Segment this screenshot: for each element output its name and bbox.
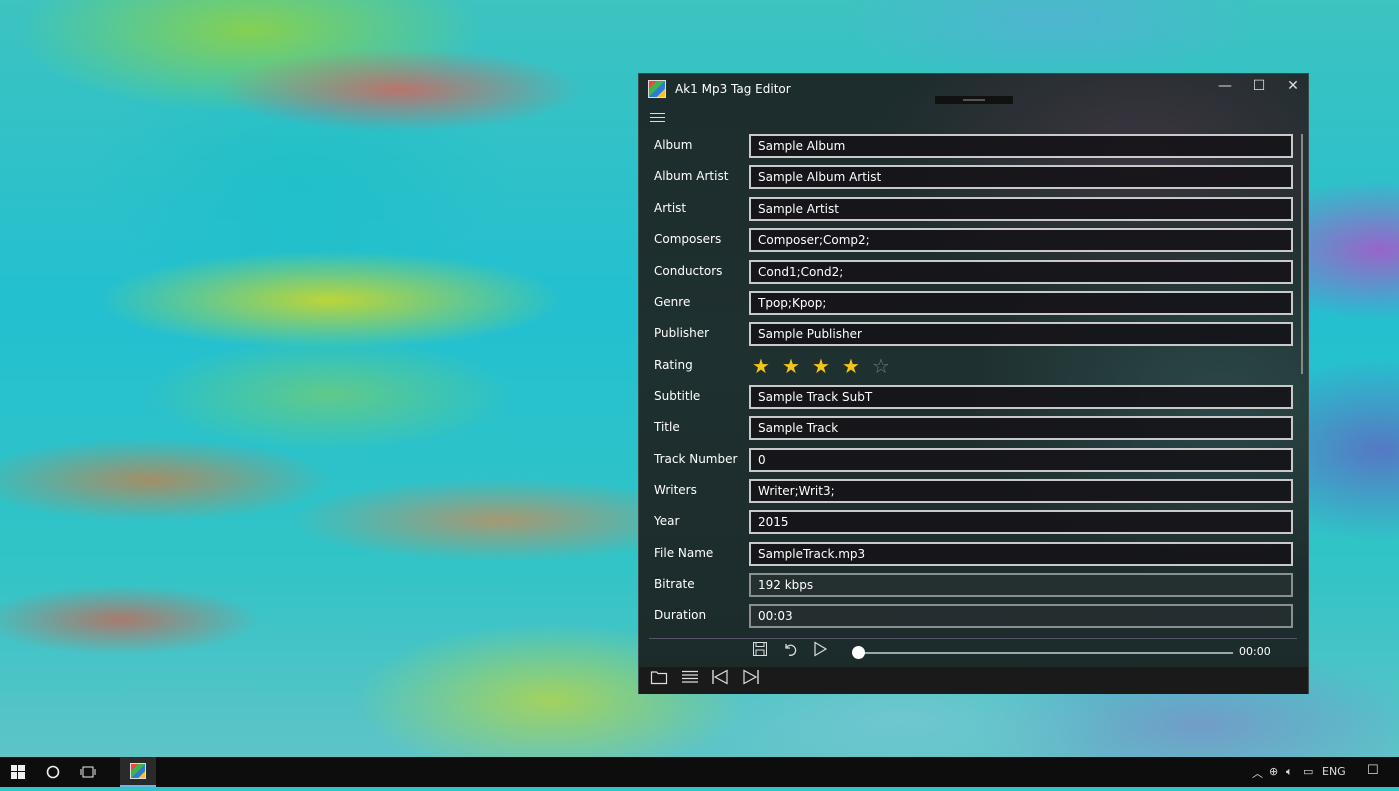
rating-star-filled[interactable]: ★ [782, 354, 812, 378]
language-indicator[interactable]: ENG [1322, 765, 1346, 778]
field-row-year: Year [639, 510, 1299, 535]
artist-label: Artist [654, 201, 687, 215]
field-row-artist: Artist [639, 197, 1299, 222]
rating-star-filled[interactable]: ★ [812, 354, 842, 378]
composers-input[interactable] [749, 228, 1293, 252]
title-label: Title [654, 420, 680, 434]
publisher-label: Publisher [654, 326, 710, 340]
file-name-label: File Name [654, 546, 714, 560]
bitrate-field [749, 573, 1293, 597]
next-track-icon[interactable] [740, 669, 762, 691]
subtitle-label: Subtitle [654, 389, 701, 403]
seek-slider-thumb[interactable] [852, 646, 865, 659]
duration-label: Duration [654, 608, 707, 622]
volume-icon[interactable]: 🔈︎ [1286, 765, 1293, 779]
app-title: Ak1 Mp3 Tag Editor [675, 82, 791, 96]
player-bar: 00:00 [639, 639, 1308, 669]
year-input[interactable] [749, 510, 1293, 534]
title-input[interactable] [749, 416, 1293, 440]
network-icon[interactable]: ⊕ [1269, 765, 1278, 778]
list-icon[interactable] [679, 669, 701, 691]
scrollbar[interactable] [1301, 134, 1303, 374]
field-row-album-artist: Album Artist [639, 165, 1299, 190]
conductors-label: Conductors [654, 264, 723, 278]
battery-icon[interactable]: ▭ [1303, 765, 1313, 778]
search-circle-icon[interactable] [35, 757, 71, 787]
genre-label: Genre [654, 295, 691, 309]
maximize-button[interactable]: ☐ [1242, 74, 1276, 102]
bitrate-label: Bitrate [654, 577, 695, 591]
artist-input[interactable] [749, 197, 1293, 221]
playback-time: 00:00 [1239, 645, 1271, 658]
folder-icon[interactable] [648, 669, 670, 691]
rating-label: Rating [654, 358, 693, 372]
field-row-publisher: Publisher [639, 322, 1299, 347]
action-center-icon[interactable]: ☐ [1367, 763, 1379, 778]
rating-star-filled[interactable]: ★ [842, 354, 872, 378]
field-row-file-name: File Name [639, 542, 1299, 567]
field-row-conductors: Conductors [639, 260, 1299, 285]
bottom-toolbar [639, 667, 1308, 694]
track-number-input[interactable] [749, 448, 1293, 472]
tray-chevron-icon[interactable]: ︿ [1252, 765, 1263, 781]
hamburger-menu-icon[interactable] [650, 110, 665, 124]
field-row-track-number: Track Number [639, 448, 1299, 473]
conductors-input[interactable] [749, 260, 1293, 284]
composers-label: Composers [654, 232, 722, 246]
field-row-bitrate: Bitrate [639, 573, 1299, 598]
start-button[interactable] [0, 757, 36, 787]
album-artist-input[interactable] [749, 165, 1293, 189]
taskbar-app-icon [130, 763, 146, 779]
year-label: Year [654, 514, 680, 528]
taskbar: ︿ ⊕ 🔈︎ ▭ ENG ☐ [0, 757, 1399, 787]
taskbar-app-ak1[interactable] [120, 757, 156, 787]
field-row-album: Album [639, 134, 1299, 159]
rating-stars[interactable]: ★ ★ ★ ★ ☆ [752, 354, 902, 379]
writers-input[interactable] [749, 479, 1293, 503]
app-window: Ak1 Mp3 Tag Editor — ☐ ✕ Album Album Art… [638, 73, 1309, 694]
title-bar[interactable]: Ak1 Mp3 Tag Editor — ☐ ✕ [639, 74, 1308, 104]
undo-icon[interactable] [779, 641, 801, 663]
field-row-composers: Composers [639, 228, 1299, 253]
app-icon [648, 80, 666, 98]
file-name-input[interactable] [749, 542, 1293, 566]
previous-track-icon[interactable] [709, 669, 731, 691]
track-number-label: Track Number [654, 452, 738, 466]
album-artist-label: Album Artist [654, 169, 729, 183]
minimize-button[interactable]: — [1208, 74, 1242, 102]
subtitle-input[interactable] [749, 385, 1293, 409]
field-row-title: Title [639, 416, 1299, 441]
album-label: Album [654, 138, 693, 152]
drag-handle[interactable] [935, 96, 1013, 104]
field-row-subtitle: Subtitle [639, 385, 1299, 410]
field-row-duration: Duration [639, 604, 1299, 629]
field-row-writers: Writers [639, 479, 1299, 504]
writers-label: Writers [654, 483, 697, 497]
publisher-input[interactable] [749, 322, 1293, 346]
close-button[interactable]: ✕ [1276, 74, 1310, 102]
rating-star-filled[interactable]: ★ [752, 354, 782, 378]
play-icon[interactable] [809, 641, 831, 663]
album-input[interactable] [749, 134, 1293, 158]
field-row-genre: Genre [639, 291, 1299, 316]
field-row-rating: Rating ★ ★ ★ ★ ☆ [639, 354, 1299, 379]
save-icon[interactable] [749, 641, 771, 663]
duration-field [749, 604, 1293, 628]
seek-slider-track[interactable] [857, 652, 1233, 654]
rating-star-empty[interactable]: ☆ [872, 354, 902, 378]
genre-input[interactable] [749, 291, 1293, 315]
task-view-icon[interactable] [70, 757, 106, 787]
